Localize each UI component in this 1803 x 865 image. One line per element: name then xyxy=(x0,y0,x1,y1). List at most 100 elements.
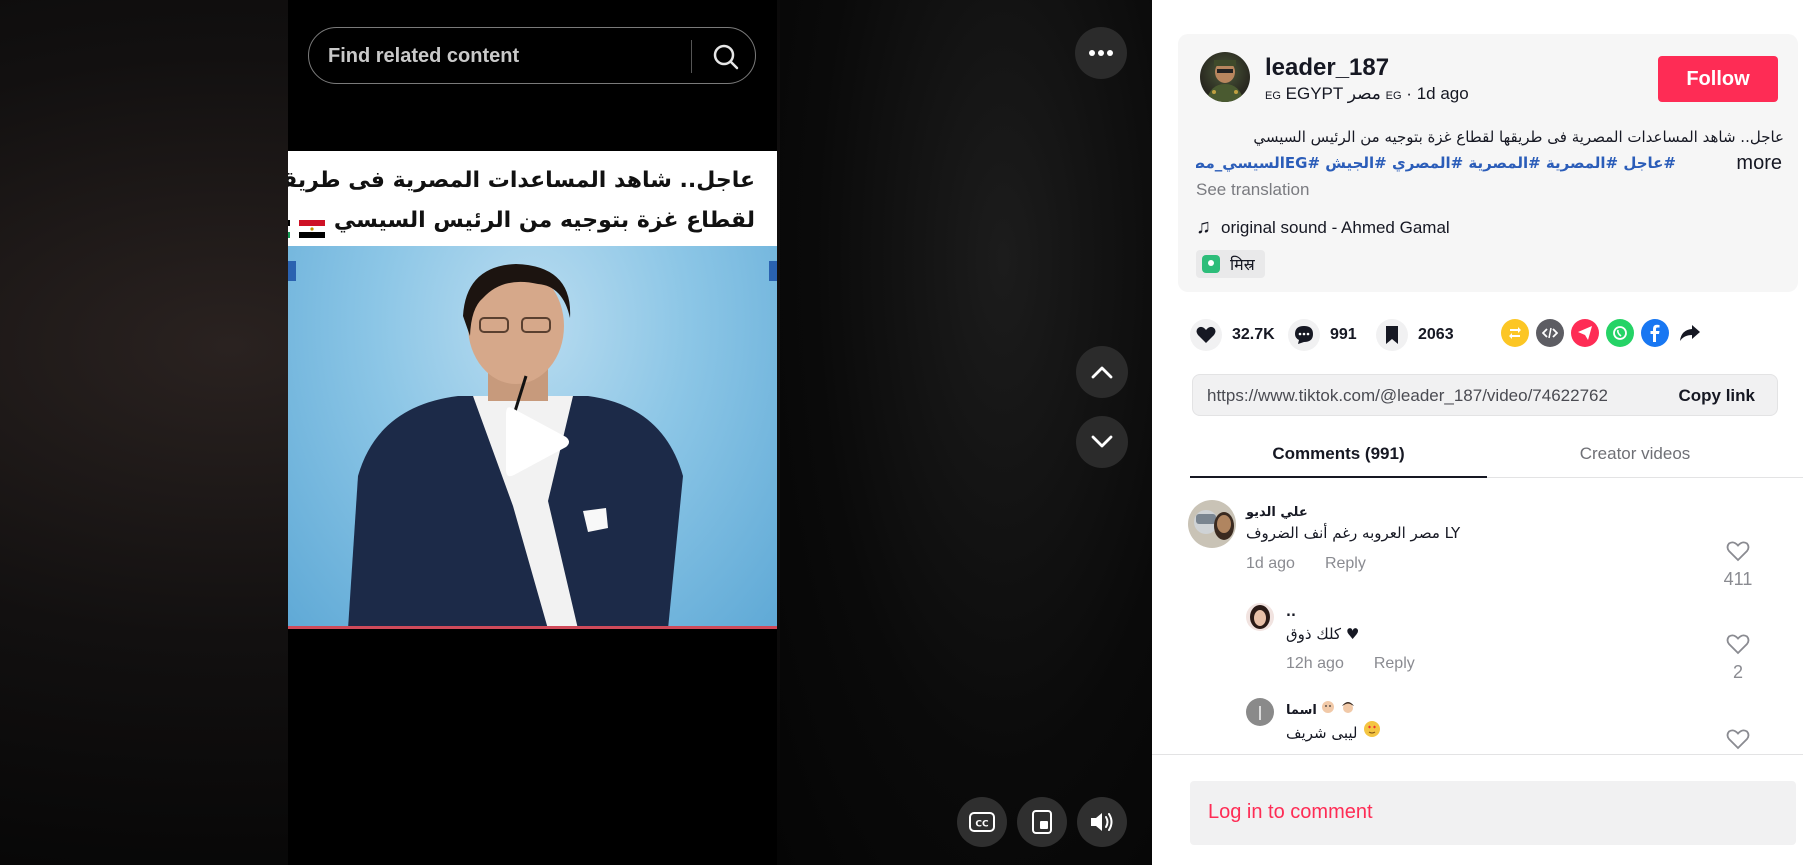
chevron-down-icon xyxy=(1091,435,1113,448)
speaker-icon xyxy=(1091,813,1113,831)
share-arrow-icon[interactable] xyxy=(1676,319,1704,347)
bookmark-icon xyxy=(1376,319,1408,351)
comment-button[interactable]: 991 xyxy=(1288,315,1357,355)
search-bar[interactable]: Find related content xyxy=(308,27,756,84)
author-avatar[interactable] xyxy=(1200,52,1250,102)
comment-meta: 1d ago Reply xyxy=(1246,555,1366,573)
dot-separator: · xyxy=(1406,84,1412,103)
author-username[interactable]: leader_187 xyxy=(1265,54,1389,82)
more-options-button[interactable] xyxy=(1075,27,1127,79)
svg-text:CC: CC xyxy=(975,820,989,830)
sound-label: original sound - Ahmed Gamal xyxy=(1221,218,1450,237)
caption-line-2-wrap: لقطاع غزة بتوجيه من الرئيس السيسي xyxy=(288,201,755,241)
girl-emoji-icon xyxy=(1340,702,1356,718)
country-name: EGYPT مصر xyxy=(1285,84,1381,103)
login-to-comment-label: Log in to comment xyxy=(1208,801,1373,823)
country-code-2: EG xyxy=(1385,90,1402,102)
details-panel: leader_187 EG EGYPT مصر EG · 1d ago Foll… xyxy=(1152,0,1803,865)
egypt-flag-icon xyxy=(299,212,326,238)
save-count: 2063 xyxy=(1418,326,1454,343)
comment-like-button[interactable]: 411 xyxy=(1723,540,1753,590)
heart-icon xyxy=(1190,319,1222,351)
panel-tabs: Comments (991) Creator videos xyxy=(1190,440,1803,478)
whatsapp-icon[interactable] xyxy=(1606,319,1634,347)
reply-button[interactable]: Reply xyxy=(1325,555,1366,572)
heart-outline-icon xyxy=(1726,541,1750,562)
comment-like-count: 2 xyxy=(1732,662,1743,682)
cc-icon: CC xyxy=(969,812,995,832)
video-description: عاجل.. شاهد المساعدات المصرية فى طريقها … xyxy=(1196,124,1784,150)
copy-link-button[interactable]: Copy link xyxy=(1678,386,1755,406)
search-divider xyxy=(691,40,692,73)
video-caption: عاجل.. شاهد المساعدات المصرية فى طريقها … xyxy=(288,151,777,246)
chevron-up-icon xyxy=(1091,366,1113,379)
follow-button[interactable]: Follow xyxy=(1658,56,1778,102)
author-subtitle: EG EGYPT مصر EG · 1d ago xyxy=(1265,84,1469,104)
like-count: 32.7K xyxy=(1232,326,1275,343)
video-url: https://www.tiktok.com/@leader_187/video… xyxy=(1207,386,1607,405)
tab-creator-videos[interactable]: Creator videos xyxy=(1487,440,1783,478)
reply-button[interactable]: Reply xyxy=(1374,655,1415,672)
comment-text-wrap: ليبى شريف xyxy=(1286,720,1382,742)
commenter-avatar[interactable] xyxy=(1246,698,1274,726)
comment-like-button[interactable]: 2 xyxy=(1723,633,1753,683)
commenter-name[interactable]: .. xyxy=(1286,605,1296,620)
sound-link[interactable]: ♫ original sound - Ahmed Gamal xyxy=(1196,216,1450,239)
next-video-button[interactable] xyxy=(1076,416,1128,468)
comment-like-button[interactable] xyxy=(1723,728,1753,750)
captions-button[interactable]: CC xyxy=(957,797,1007,847)
video-info-card: leader_187 EG EGYPT مصر EG · 1d ago Foll… xyxy=(1178,34,1798,292)
embed-icon[interactable] xyxy=(1536,319,1564,347)
comment-list: علي الديو مصر العروبه رغم أنف الضروف LY … xyxy=(1188,500,1788,750)
location-label: मिस्र xyxy=(1230,255,1255,274)
description-text: عاجل.. شاهد المساعدات المصرية فى طريقها … xyxy=(1253,128,1784,146)
country-code-1: EG xyxy=(1265,90,1281,102)
location-tag[interactable]: मिस्र xyxy=(1196,250,1265,278)
floating-player-button[interactable] xyxy=(1017,797,1067,847)
volume-button[interactable] xyxy=(1077,797,1127,847)
play-icon[interactable] xyxy=(502,402,572,482)
more-button[interactable]: more xyxy=(1736,150,1782,176)
search-input[interactable]: Find related content xyxy=(328,45,519,68)
caption-line-1: عاجل.. شاهد المساعدات المصرية فى طريقها xyxy=(288,168,755,193)
save-button[interactable]: 2063 xyxy=(1376,315,1454,355)
video-edge-bar xyxy=(288,626,777,629)
heart-outline-icon xyxy=(1726,729,1750,750)
commenter-name[interactable]: علي الديو xyxy=(1246,505,1308,520)
heart-face-emoji-icon xyxy=(1362,721,1382,742)
comment-icon xyxy=(1288,319,1320,351)
post-time: 1d ago xyxy=(1416,84,1469,103)
comment-time: 12h ago xyxy=(1286,655,1344,672)
commenter-name[interactable]: اسما xyxy=(1286,703,1317,718)
telegram-icon[interactable] xyxy=(1571,319,1599,347)
comment-text: كلك ذوق ♥ xyxy=(1286,625,1360,643)
see-translation-link[interactable]: See translation xyxy=(1196,180,1309,200)
comment-count: 991 xyxy=(1330,326,1357,343)
comment-like-count: 411 xyxy=(1723,569,1753,589)
location-pin-icon xyxy=(1202,255,1220,273)
facebook-icon[interactable] xyxy=(1641,319,1669,347)
comment-footer: Log in to comment xyxy=(1152,754,1803,865)
hashtag-row: #عاجل #المصرية #المصرية #المصري #الجيش #… xyxy=(1196,150,1786,176)
like-button[interactable]: 32.7K xyxy=(1190,315,1275,355)
more-dots-icon xyxy=(1089,50,1113,56)
heart-outline-icon xyxy=(1726,634,1750,655)
comment-text: مصر العروبه رغم أنف الضروف LY xyxy=(1246,524,1461,542)
repost-icon[interactable] xyxy=(1501,319,1529,347)
search-icon[interactable] xyxy=(709,40,743,74)
video-area: Find related content عاجل.. شاهد المساعد… xyxy=(0,0,1152,865)
music-note-icon: ♫ xyxy=(1196,216,1211,238)
caption-line-2: لقطاع غزة بتوجيه من الرئيس السيسي xyxy=(333,208,755,233)
login-to-comment-button[interactable]: Log in to comment xyxy=(1190,781,1796,845)
commenter-avatar[interactable] xyxy=(1246,603,1274,631)
action-bar: 32.7K 991 2063 xyxy=(1190,315,1800,355)
commenter-name-wrap: اسما xyxy=(1286,700,1356,718)
copy-link-box: https://www.tiktok.com/@leader_187/video… xyxy=(1192,374,1778,416)
comment-item: علي الديو مصر العروبه رغم أنف الضروف LY … xyxy=(1188,500,1788,590)
reply-item: اسما ليبى شريف xyxy=(1246,698,1788,750)
tab-comments[interactable]: Comments (991) xyxy=(1190,440,1487,478)
commenter-avatar[interactable] xyxy=(1188,500,1236,548)
previous-video-button[interactable] xyxy=(1076,346,1128,398)
video-frame[interactable]: عاجل.. شاهد المساعدات المصرية فى طريقها … xyxy=(288,151,777,629)
hashtag-links[interactable]: #عاجل #المصرية #المصرية #المصري #الجيش #… xyxy=(1196,150,1676,176)
